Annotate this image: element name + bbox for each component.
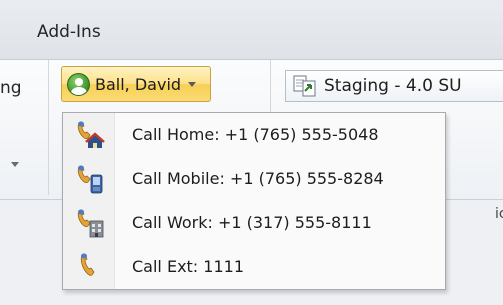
contact-name-label: Ball, David (95, 74, 182, 94)
contact-avatar-icon (67, 72, 90, 96)
chevron-down-icon[interactable] (11, 162, 19, 167)
group-divider (48, 60, 49, 195)
contact-button[interactable]: Ball, David (61, 66, 211, 102)
ribbon-tab-strip: Add-Ins (0, 0, 503, 60)
phone-ext-icon (73, 251, 105, 283)
menu-item-call-home[interactable]: Call Home: +1 (765) 555-5048 (63, 113, 445, 157)
menu-item-label: Call Home: +1 (765) 555-5048 (132, 125, 379, 144)
phone-mobile-icon (73, 163, 105, 195)
document-arrow-icon (293, 75, 317, 97)
menu-item-call-work[interactable]: Call Work: +1 (317) 555-8111 (63, 201, 445, 245)
partial-ribbon-label: ic (495, 206, 503, 222)
menu-item-label: Call Ext: 1111 (132, 257, 244, 276)
partial-ribbon-label: ng (0, 78, 22, 98)
staging-button[interactable]: Staging - 4.0 SU (285, 70, 503, 102)
staging-label: Staging - 4.0 SU (324, 76, 462, 96)
menu-item-label: Call Work: +1 (317) 555-8111 (132, 213, 372, 232)
phone-home-icon (73, 119, 105, 151)
menu-item-call-mobile[interactable]: Call Mobile: +1 (765) 555-8284 (63, 157, 445, 201)
chevron-down-icon[interactable] (188, 81, 197, 87)
call-menu: Call Home: +1 (765) 555-5048 Call Mobile… (62, 112, 446, 290)
menu-item-label: Call Mobile: +1 (765) 555-8284 (132, 169, 384, 188)
phone-work-icon (73, 207, 105, 239)
tab-add-ins[interactable]: Add-Ins (37, 22, 101, 42)
menu-item-call-ext[interactable]: Call Ext: 1111 (63, 245, 445, 289)
